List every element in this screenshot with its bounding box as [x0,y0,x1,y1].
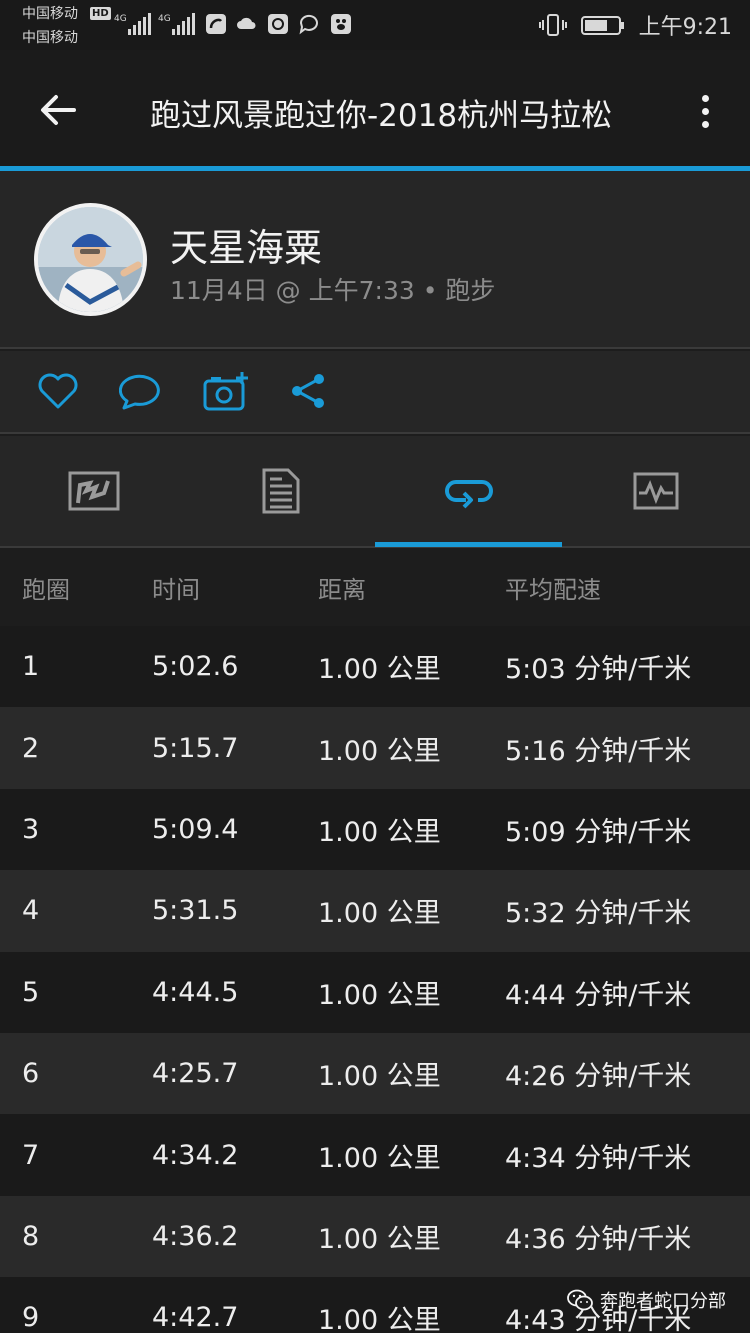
hd-badge: HD [90,7,111,20]
action-bar [0,351,750,434]
lap-number: 2 [22,732,40,764]
lap-pace: 5:03 分钟/千米 [505,654,692,686]
lap-distance: 1.00 公里 [318,979,441,1011]
header-distance: 距离 [318,575,366,604]
lap-time: 4:34.2 [152,1139,239,1171]
activity-tabs [0,436,750,546]
avatar-photo [38,207,143,312]
app-bar: 跑过风景跑过你-2018杭州马拉松 [0,50,750,166]
active-tab-indicator [375,542,562,547]
arrow-back-icon [41,95,76,125]
table-row[interactable]: 1 5:02.6 1.00 公里 5:03 分钟/千米 [0,626,750,708]
more-options-button[interactable] [690,86,720,136]
lap-distance: 1.00 公里 [318,1223,441,1255]
lap-pace: 5:32 分钟/千米 [505,898,692,930]
table-row[interactable]: 8 4:36.2 1.00 公里 4:36 分钟/千米 [0,1195,750,1278]
avatar[interactable] [34,203,147,316]
lap-time: 4:36.2 [152,1220,239,1252]
share-icon [292,374,324,408]
lap-time: 4:42.7 [152,1302,239,1333]
add-photo-icon [203,372,248,411]
details-icon [262,468,299,514]
signal-icon-2: 4G [158,13,195,35]
header-pace: 平均配速 [505,575,601,604]
lap-time: 4:44.5 [152,976,239,1008]
signal-icon: 4G [114,13,151,35]
chat-bubble-icon [299,14,318,35]
lap-time: 5:02.6 [152,651,239,683]
header-lap: 跑圈 [22,575,70,604]
back-button[interactable] [30,82,86,138]
network-label-1: 4G [114,14,127,24]
table-row[interactable]: 5 4:44.5 1.00 公里 4:44 分钟/千米 [0,951,750,1033]
watermark-text: 奔跑者蛇口分部 [600,1291,726,1312]
lap-pace: 4:36 分钟/千米 [505,1223,692,1255]
lap-number: 4 [22,895,40,927]
lap-distance: 1.00 公里 [318,898,441,930]
lap-pace: 4:34 分钟/千米 [505,1142,692,1174]
cloud-icon [237,17,256,29]
lap-distance: 1.00 公里 [318,654,441,686]
lap-number: 5 [22,976,40,1008]
lap-time: 4:25.7 [152,1058,239,1090]
chart-icon [633,472,678,510]
more-vert-icon [701,94,709,102]
lap-pace: 4:26 分钟/千米 [505,1061,692,1093]
tab-laps[interactable] [375,436,562,546]
comment-icon [119,374,160,410]
lap-distance: 1.00 公里 [318,1142,441,1174]
table-row[interactable]: 4 5:31.5 1.00 公里 5:32 分钟/千米 [0,870,750,952]
activity-header: 天星海粟 11月4日 @ 上午7:33 • 跑步 [0,171,750,349]
status-bar: 中国移动 中国移动 HD 4G 4G 上午9:21 [0,0,750,50]
lap-pace: 5:16 分钟/千米 [505,735,692,767]
lap-distance: 1.00 公里 [318,1061,441,1093]
header-time: 时间 [152,575,200,604]
status-right-group: 上午9:21 [538,10,732,40]
lap-number: 7 [22,1139,40,1171]
clock: 上午9:21 [638,15,732,40]
lap-number: 6 [22,1058,40,1090]
table-row[interactable]: 6 4:25.7 1.00 公里 4:26 分钟/千米 [0,1032,750,1115]
laps-table-header: 跑圈 时间 距离 平均配速 [0,548,750,626]
activity-meta: 11月4日 @ 上午7:33 • 跑步 [170,276,496,305]
map-icon [68,471,119,511]
user-name[interactable]: 天星海粟 [170,217,322,272]
lap-distance: 1.00 公里 [318,816,441,848]
carrier-label-1: 中国移动 [22,6,78,22]
lap-pace: 5:09 分钟/千米 [505,816,692,848]
lap-number: 1 [22,651,40,683]
add-photo-button[interactable] [202,369,250,413]
laps-icon [444,480,493,509]
carrier-label-2: 中国移动 [22,30,78,46]
tab-chart[interactable] [562,436,749,546]
lap-time: 5:15.7 [152,732,239,764]
paw-app-icon [331,14,351,34]
network-label-2: 4G [158,14,171,24]
lap-number: 9 [22,1302,40,1333]
table-row[interactable]: 3 5:09.4 1.00 公里 5:09 分钟/千米 [0,788,750,871]
wechat-icon [567,1289,593,1311]
battery-icon [580,16,624,35]
lap-pace: 4:44 分钟/千米 [505,979,692,1011]
lap-distance: 1.00 公里 [318,735,441,767]
app-notification-icon [206,14,226,34]
lap-distance: 1.00 公里 [318,1305,441,1333]
tab-map[interactable] [0,436,187,546]
lap-number: 3 [22,813,40,845]
lap-number: 8 [22,1220,40,1252]
tab-details[interactable] [187,436,374,546]
like-button[interactable] [34,369,82,413]
table-row[interactable]: 7 4:34.2 1.00 公里 4:34 分钟/千米 [0,1114,750,1196]
app-notification-icon-2 [268,14,288,34]
lap-time: 5:31.5 [152,895,239,927]
laps-table: 1 5:02.6 1.00 公里 5:03 分钟/千米 2 5:15.7 1.0… [0,626,750,1333]
lap-time: 5:09.4 [152,813,239,845]
share-button[interactable] [284,369,332,413]
heart-icon [38,373,78,409]
page-title: 跑过风景跑过你-2018杭州马拉松 [150,98,613,134]
table-row[interactable]: 2 5:15.7 1.00 公里 5:16 分钟/千米 [0,707,750,789]
vibrate-icon [538,14,567,36]
watermark: 奔跑者蛇口分部 [566,1285,726,1315]
comment-button[interactable] [118,369,166,413]
